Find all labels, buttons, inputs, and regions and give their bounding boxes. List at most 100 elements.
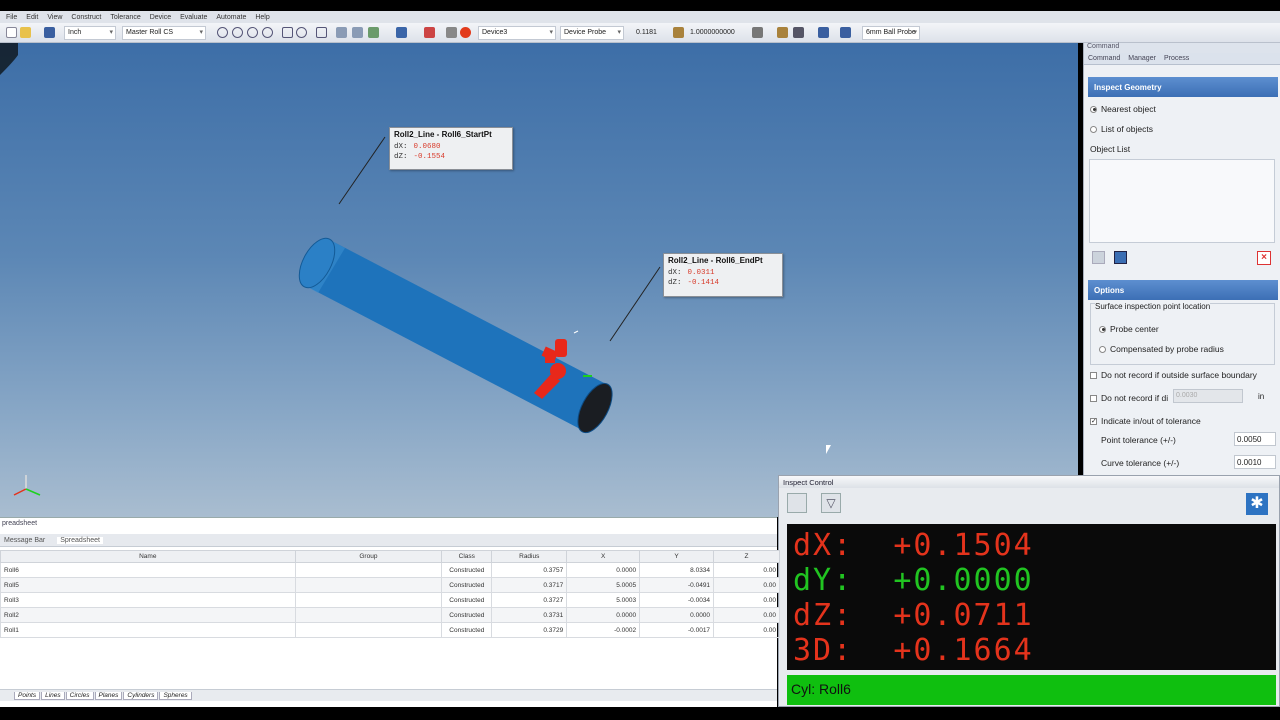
- inspect-geometry-header[interactable]: Inspect Geometry: [1088, 77, 1278, 97]
- probe-icon[interactable]: [840, 27, 851, 38]
- pointer-icon[interactable]: [446, 27, 457, 38]
- device-icon[interactable]: [777, 27, 788, 38]
- axis-triad: [13, 475, 41, 496]
- zoom-in-icon[interactable]: [232, 27, 243, 38]
- pan-icon[interactable]: [282, 27, 293, 38]
- checkbox-not-record-outside[interactable]: Do not record if outside surface boundar…: [1090, 370, 1257, 380]
- menu-view[interactable]: View: [47, 14, 62, 21]
- radio-dot[interactable]: [1090, 105, 1097, 113]
- table-row[interactable]: Roll5 Constructed 0.3717 5.0005 -0.0491 0.00: [0, 577, 780, 593]
- table-cell: 0.3731: [491, 607, 568, 623]
- menu-construct[interactable]: Construct: [71, 14, 101, 21]
- probe-name-select[interactable]: 6mm Ball Probe: [862, 26, 920, 40]
- table-cell: [294, 622, 443, 638]
- 3d-viewport[interactable]: Roll2_Line - Roll6_StartPt dX: 0.0680 dZ:…: [0, 43, 1078, 517]
- settings-wrench-icon[interactable]: [787, 493, 807, 513]
- view-cube-icon[interactable]: [336, 27, 347, 38]
- zoom-icon[interactable]: [217, 27, 228, 38]
- callout-end-point: Roll2_Line - Roll6_EndPt dX: 0.0311 dZ: -0…: [663, 253, 783, 297]
- checkbox-not-record-di[interactable]: Do not record if di: [1090, 393, 1168, 403]
- coordinate-system-select[interactable]: Master Roll CS: [122, 26, 206, 40]
- tab-lines[interactable]: Lines: [41, 691, 65, 700]
- tab-circles[interactable]: Circles: [65, 691, 94, 700]
- radio-dot[interactable]: [1099, 345, 1106, 353]
- point-tolerance-input[interactable]: 0.0050: [1234, 432, 1276, 446]
- object-list-box[interactable]: [1089, 159, 1275, 243]
- table-cell: Constructed: [441, 577, 493, 593]
- tab-points[interactable]: Points: [14, 691, 41, 700]
- probe-tool-icon[interactable]: [424, 27, 435, 38]
- menu-bar: File Edit View Construct Tolerance Devic…: [0, 11, 1280, 23]
- table-row[interactable]: Roll1 Constructed 0.3729 -0.0002 -0.0017 0.00: [0, 622, 780, 638]
- filter-icon[interactable]: ▽: [821, 493, 841, 513]
- target-icon[interactable]: [818, 27, 829, 38]
- di-distance-input[interactable]: 0.0030: [1173, 389, 1243, 403]
- menu-evaluate[interactable]: Evaluate: [180, 14, 207, 21]
- radio-dot[interactable]: [1090, 125, 1097, 133]
- menu-file[interactable]: File: [6, 14, 17, 21]
- probe-select[interactable]: Device Probe: [560, 26, 624, 40]
- tool-icon[interactable]: [793, 27, 804, 38]
- curve-tolerance-input[interactable]: 0.0010: [1234, 455, 1276, 469]
- tab-message-bar[interactable]: Message Bar: [4, 537, 45, 544]
- units-select[interactable]: Inch: [64, 26, 116, 40]
- tab-spheres[interactable]: Spheres: [159, 691, 192, 700]
- checkbox[interactable]: ✓: [1090, 417, 1097, 425]
- table-row[interactable]: Roll2 Constructed 0.3731 0.0000 0.0000 0.00: [0, 607, 780, 623]
- tab-spreadsheet[interactable]: Spreadsheet: [57, 536, 103, 544]
- radio-dot[interactable]: [1099, 325, 1106, 333]
- column-header[interactable]: Y: [639, 550, 715, 563]
- tab-command[interactable]: Command: [1088, 55, 1120, 62]
- checkbox-indicate-tolerance[interactable]: ✓ Indicate in/out of tolerance: [1090, 416, 1201, 426]
- table-cell: 5.0003: [566, 592, 641, 608]
- fit-view-icon[interactable]: [316, 27, 327, 38]
- menu-help[interactable]: Help: [255, 14, 269, 21]
- radio-nearest-object[interactable]: Nearest object: [1090, 104, 1156, 114]
- menu-automate[interactable]: Automate: [216, 14, 246, 21]
- column-header[interactable]: X: [566, 550, 641, 563]
- open-folder-icon[interactable]: [20, 27, 31, 38]
- column-header[interactable]: Name: [0, 550, 296, 563]
- view-iso-icon[interactable]: [352, 27, 363, 38]
- stop-icon[interactable]: [1114, 251, 1127, 264]
- rotate-icon[interactable]: [296, 27, 307, 38]
- menu-tolerance[interactable]: Tolerance: [110, 14, 140, 21]
- tab-process[interactable]: Process: [1164, 55, 1189, 62]
- tab-planes[interactable]: Planes: [94, 691, 123, 700]
- radio-compensated[interactable]: Compensated by probe radius: [1099, 344, 1224, 354]
- record-icon[interactable]: [460, 27, 471, 38]
- object-list-label: Object List: [1090, 144, 1131, 154]
- table-row[interactable]: Roll6 Constructed 0.3757 0.0000 8.0334 0.00: [0, 562, 780, 578]
- column-header[interactable]: Z: [713, 550, 780, 563]
- radio-list-of-objects[interactable]: List of objects: [1090, 124, 1153, 134]
- inspect-control-title: Inspect Control: [779, 476, 1279, 488]
- render-icon[interactable]: [368, 27, 379, 38]
- tab-manager[interactable]: Manager: [1128, 55, 1156, 62]
- close-icon[interactable]: ×: [1257, 251, 1271, 265]
- snowflake-icon[interactable]: ✱: [1246, 493, 1268, 515]
- checkbox[interactable]: [1090, 371, 1097, 379]
- cube-icon[interactable]: [396, 27, 407, 38]
- table-cell: [294, 562, 443, 578]
- tab-cylinders[interactable]: Cylinders: [123, 691, 159, 700]
- checkbox[interactable]: [1090, 394, 1097, 402]
- new-file-icon[interactable]: [6, 27, 17, 38]
- column-header[interactable]: Class: [441, 550, 493, 563]
- device-select[interactable]: Device3: [478, 26, 556, 40]
- column-header[interactable]: Radius: [491, 550, 568, 563]
- menu-device[interactable]: Device: [150, 14, 171, 21]
- table-cell: 0.0000: [566, 562, 641, 578]
- callout-end-dx-label: dX:: [668, 269, 682, 277]
- column-header[interactable]: Group: [294, 550, 443, 563]
- save-icon[interactable]: [44, 27, 55, 38]
- probe-settings-icon[interactable]: [673, 27, 684, 38]
- snap-icon[interactable]: [752, 27, 763, 38]
- zoom-fit-icon[interactable]: [262, 27, 273, 38]
- options-header[interactable]: Options: [1088, 280, 1278, 300]
- zoom-out-icon[interactable]: [247, 27, 258, 38]
- table-row[interactable]: Roll3 Constructed 0.3727 5.0003 -0.0034 0.00: [0, 592, 780, 608]
- radio-probe-center[interactable]: Probe center: [1099, 324, 1159, 334]
- curve-tolerance-label: Curve tolerance (+/-): [1101, 458, 1180, 468]
- play-icon[interactable]: [1092, 251, 1105, 264]
- menu-edit[interactable]: Edit: [26, 14, 38, 21]
